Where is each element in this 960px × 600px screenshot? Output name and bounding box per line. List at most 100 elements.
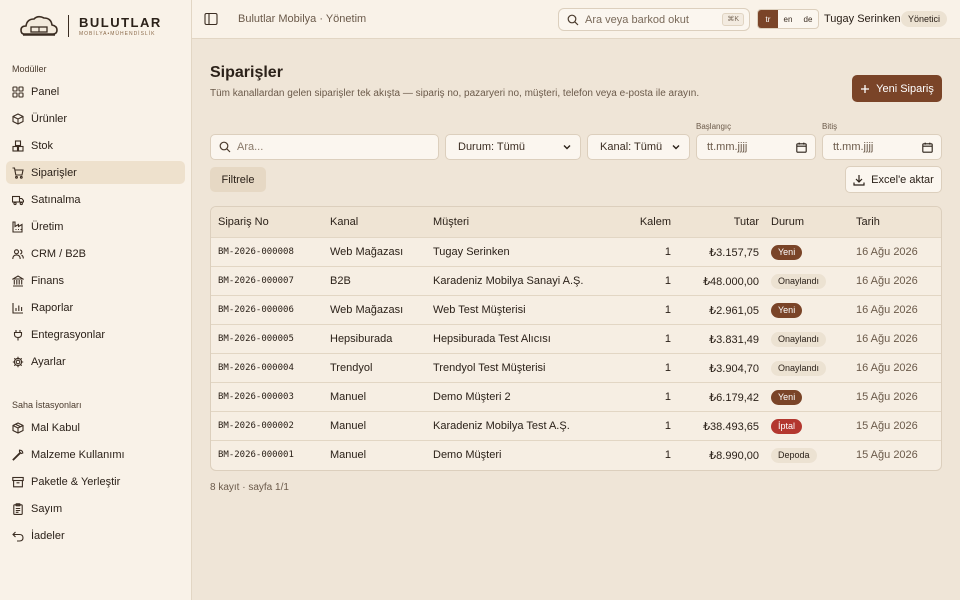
- order-item-count: 1: [664, 362, 671, 374]
- table-row[interactable]: BM-2026-000004 Trendyol Trendyol Test Müşt…: [211, 353, 941, 382]
- sidebar-item-entegrasyonlar[interactable]: Entegrasyonlar: [6, 323, 185, 346]
- channel-select-value: Kanal: Tümü: [600, 141, 663, 153]
- start-date-input[interactable]: tt.mm.jjjj: [696, 134, 816, 160]
- shortcut-badge: ⌘K: [722, 13, 744, 26]
- order-status-cell: Yeni: [771, 296, 803, 324]
- header-siparis-no[interactable]: Sipariş No: [218, 207, 269, 237]
- search-placeholder: Ara veya barkod okut: [585, 13, 689, 26]
- order-item-count: 1: [664, 391, 671, 403]
- new-order-button[interactable]: Yeni Sipariş: [852, 75, 942, 102]
- order-channel: Manuel: [330, 449, 367, 461]
- sidebar-item-label: CRM / B2B: [31, 247, 87, 260]
- sidebar-item-iadeler[interactable]: İadeler: [6, 524, 185, 547]
- sidebar-item-malzeme-kullanimi[interactable]: Malzeme Kullanımı: [6, 443, 185, 466]
- order-date: 16 Ağu 2026: [856, 275, 918, 287]
- sidebar-item-crm[interactable]: CRM / B2B: [6, 242, 185, 265]
- order-number[interactable]: BM-2026-000003: [218, 383, 294, 411]
- order-status-cell: Depoda: [771, 441, 817, 469]
- lang-en[interactable]: en: [778, 10, 798, 28]
- sidebar-item-satinalma[interactable]: Satınalma: [6, 188, 185, 211]
- sidebar-item-mal-kabul[interactable]: Mal Kabul: [6, 416, 185, 439]
- order-date: 15 Ağu 2026: [856, 449, 918, 461]
- sidebar-item-sayim[interactable]: Sayım: [6, 497, 185, 520]
- order-total: ₺8.990,00: [709, 449, 759, 462]
- order-search-input[interactable]: Ara...: [210, 134, 439, 160]
- truck-icon: [12, 195, 24, 205]
- user-name[interactable]: Tugay Serinken: [824, 13, 901, 25]
- header-musteri[interactable]: Müşteri: [433, 207, 469, 237]
- header-tarih[interactable]: Tarih: [856, 207, 880, 237]
- calendar-icon[interactable]: [922, 142, 933, 153]
- cloud-logo-icon: [20, 15, 58, 36]
- brand-logo[interactable]: BULUTLAR MOBİLYA•MÜHENDİSLİK: [0, 0, 191, 52]
- wrench-icon: [12, 449, 24, 461]
- sidebar-item-siparisler[interactable]: Siparişler: [6, 161, 185, 184]
- order-date: 15 Ağu 2026: [856, 420, 918, 432]
- chevron-down-icon: [563, 145, 571, 150]
- order-number[interactable]: BM-2026-000005: [218, 325, 294, 353]
- order-number[interactable]: BM-2026-000007: [218, 267, 294, 295]
- header-kalem[interactable]: Kalem: [631, 207, 671, 237]
- header-durum[interactable]: Durum: [771, 207, 804, 237]
- page-title: Siparişler: [210, 64, 283, 81]
- brand-subtitle: MOBİLYA•MÜHENDİSLİK: [79, 31, 156, 37]
- filter-button[interactable]: Filtrele: [210, 167, 266, 192]
- table-row[interactable]: BM-2026-000008 Web Mağazası Tugay Serinken…: [211, 237, 941, 266]
- header-kanal[interactable]: Kanal: [330, 207, 358, 237]
- order-item-count: 1: [664, 449, 671, 461]
- table-row[interactable]: BM-2026-000001 Manuel Demo Müşteri 1 ₺8.990,…: [211, 440, 941, 469]
- order-customer: Tugay Serinken: [433, 246, 510, 258]
- order-customer: Demo Müşteri 2: [433, 391, 511, 403]
- sidebar-item-panel[interactable]: Panel: [6, 80, 185, 103]
- order-channel: Trendyol: [330, 362, 373, 374]
- sidebar-item-stok[interactable]: Stok: [6, 134, 185, 157]
- global-search-input[interactable]: Ara veya barkod okut ⌘K: [558, 8, 750, 31]
- header-tutar[interactable]: Tutar: [679, 207, 759, 237]
- sidebar-item-urunler[interactable]: Ürünler: [6, 107, 185, 130]
- undo-icon: [12, 531, 24, 542]
- order-number[interactable]: BM-2026-000001: [218, 441, 294, 469]
- status-badge: Onaylandı: [771, 360, 827, 376]
- table-row[interactable]: BM-2026-000003 Manuel Demo Müşteri 2 1 ₺6.17…: [211, 382, 941, 411]
- status-badge: Depoda: [771, 447, 817, 463]
- status-select[interactable]: Durum: Tümü: [445, 134, 581, 160]
- sidebar-item-label: Ayarlar: [31, 355, 66, 368]
- order-customer: Demo Müşteri: [433, 449, 502, 461]
- order-number[interactable]: BM-2026-000002: [218, 412, 294, 440]
- sidebar-item-label: İadeler: [31, 529, 65, 542]
- sidebar-item-paketle[interactable]: Paketle & Yerleştir: [6, 470, 185, 493]
- sidebar-item-label: Ürünler: [31, 112, 68, 125]
- sidebar-item-label: Panel: [31, 85, 60, 98]
- sidebar-item-raporlar[interactable]: Raporlar: [6, 296, 185, 319]
- pagination-summary: 8 kayıt · sayfa 1/1: [210, 482, 289, 493]
- order-status-cell: Yeni: [771, 383, 803, 411]
- order-number[interactable]: BM-2026-000008: [218, 238, 294, 266]
- search-icon: [219, 141, 231, 153]
- end-date-input[interactable]: tt.mm.jjjj: [822, 134, 942, 160]
- download-icon: [853, 174, 865, 186]
- plug-icon: [13, 329, 23, 340]
- sidebar-item-label: Raporlar: [31, 301, 74, 314]
- status-badge: Onaylandı: [771, 331, 827, 347]
- table-row[interactable]: BM-2026-000006 Web Mağazası Web Test Müşte…: [211, 295, 941, 324]
- table-row[interactable]: BM-2026-000005 Hepsiburada Hepsiburada Tes…: [211, 324, 941, 353]
- lang-de[interactable]: de: [798, 10, 818, 28]
- grid-icon: [12, 85, 24, 98]
- table-row[interactable]: BM-2026-000002 Manuel Karadeniz Mobilya Te…: [211, 411, 941, 440]
- calendar-icon[interactable]: [796, 142, 807, 153]
- sidebar-item-finans[interactable]: Finans: [6, 269, 185, 292]
- lang-tr[interactable]: tr: [758, 10, 778, 28]
- role-badge: Yönetici: [901, 11, 948, 27]
- sidebar-item-uretim[interactable]: Üretim: [6, 215, 185, 238]
- sidebar-item-ayarlar[interactable]: Ayarlar: [6, 350, 185, 373]
- channel-select[interactable]: Kanal: Tümü: [587, 134, 690, 160]
- order-number[interactable]: BM-2026-000006: [218, 296, 294, 324]
- order-total: ₺3.831,49: [709, 333, 759, 346]
- chart-icon: [12, 302, 23, 314]
- excel-export-button[interactable]: Excel'e aktar: [845, 166, 942, 193]
- order-number[interactable]: BM-2026-000004: [218, 354, 294, 382]
- order-customer: Hepsiburada Test Alıcısı: [433, 333, 551, 345]
- sidebar-toggle-icon[interactable]: [204, 12, 218, 26]
- table-row[interactable]: BM-2026-000007 B2B Karadeniz Mobilya Sanay…: [211, 266, 941, 295]
- plus-icon: [861, 84, 870, 93]
